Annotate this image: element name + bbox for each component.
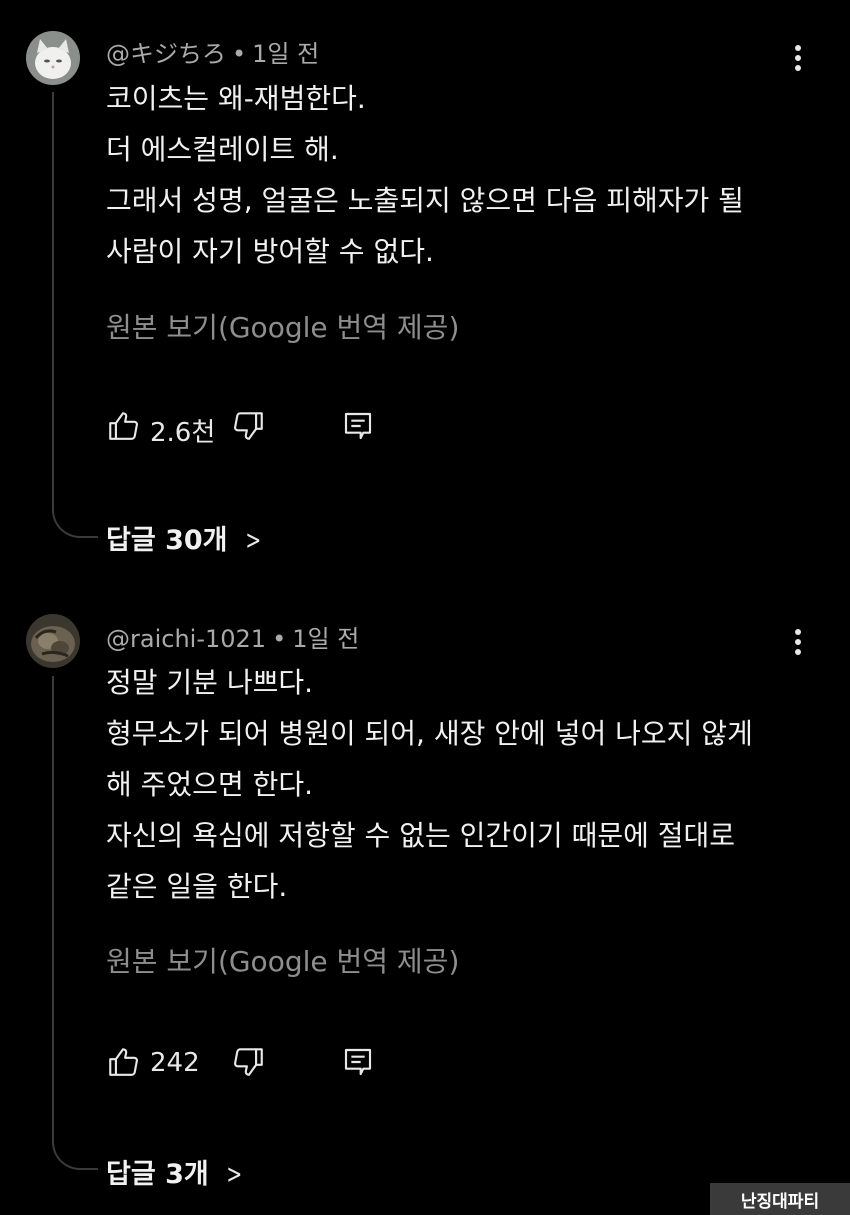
comment-meta: @キジちろ • 1일 전 xyxy=(106,34,319,69)
reply-button[interactable] xyxy=(342,1046,374,1082)
comment-line: 형무소가 되어 병원이 되어, 새장 안에 넣어 나오지 않게 xyxy=(106,717,753,750)
like-count: 2.6천 xyxy=(150,418,216,448)
comment-meta: @raichi-1021 • 1일 전 xyxy=(106,619,359,654)
thumbs-down-icon xyxy=(234,412,263,440)
comment-line: 해 주었으면 한다. xyxy=(106,768,314,801)
comment-text: 코이츠는 왜-재범한다. 더 에스컬레이트 해. 그래서 성명, 얼굴은 노출되… xyxy=(106,74,806,276)
thumbs-down-icon xyxy=(234,1048,263,1076)
more-vertical-icon[interactable] xyxy=(786,42,810,78)
separator-dot: • xyxy=(272,625,287,653)
comment-line: 자신의 욕심에 저항할 수 없는 인간이기 때문에 절대로 xyxy=(106,819,736,852)
comment-line: 코이츠는 왜-재범한다. xyxy=(106,82,366,115)
comment-line: 사람이 자기 방어할 수 없다. xyxy=(106,235,434,268)
comment-line: 같은 일을 한다. xyxy=(106,870,288,903)
author-name[interactable]: @キジちろ xyxy=(106,40,226,68)
comment-line: 더 에스컬레이트 해. xyxy=(106,133,339,166)
like-count: 242 xyxy=(150,1048,200,1078)
thumbs-up-icon xyxy=(109,412,138,440)
replies-toggle[interactable]: 답글 30개 > xyxy=(106,518,264,557)
reply-comment-icon xyxy=(344,412,372,440)
like-button[interactable] xyxy=(106,1044,140,1084)
chevron-right-icon: > xyxy=(244,525,261,556)
thread-line xyxy=(52,92,98,538)
comment-line: 정말 기분 나쁘다. xyxy=(106,666,314,699)
translate-link[interactable]: 원본 보기(Google 번역 제공) xyxy=(106,940,459,980)
avatar[interactable] xyxy=(26,614,80,668)
chevron-right-icon: > xyxy=(226,1159,242,1190)
comment-actions: 242 xyxy=(106,1044,406,1084)
dislike-button[interactable] xyxy=(232,1044,266,1084)
replies-label: 답글 30개 xyxy=(106,525,228,556)
replies-toggle[interactable]: 답글 3개 > xyxy=(106,1152,245,1191)
dislike-button[interactable] xyxy=(232,408,266,448)
reply-button[interactable] xyxy=(342,410,374,446)
comment-actions: 2.6천 xyxy=(106,408,406,448)
author-name[interactable]: @raichi-1021 xyxy=(106,625,266,653)
watermark-text: 난징대파티 xyxy=(740,1191,820,1212)
comment-line: 그래서 성명, 얼굴은 노출되지 않으면 다음 피해자가 될 xyxy=(106,184,744,217)
comment-time: 1일 전 xyxy=(252,40,320,68)
thread-line xyxy=(52,676,98,1170)
replies-label: 답글 3개 xyxy=(106,1159,209,1190)
like-button[interactable] xyxy=(106,408,140,448)
separator-dot: • xyxy=(232,40,247,68)
reply-comment-icon xyxy=(344,1048,372,1076)
avatar[interactable] xyxy=(26,31,80,85)
more-vertical-icon[interactable] xyxy=(786,626,810,662)
watermark-logo: 난징대파티 xyxy=(710,1183,850,1215)
thumbs-up-icon xyxy=(109,1048,138,1076)
comment-time: 1일 전 xyxy=(292,625,360,653)
translate-link[interactable]: 원본 보기(Google 번역 제공) xyxy=(106,306,459,346)
comment-text: 정말 기분 나쁘다. 형무소가 되어 병원이 되어, 새장 안에 넣어 나오지 … xyxy=(106,658,806,911)
